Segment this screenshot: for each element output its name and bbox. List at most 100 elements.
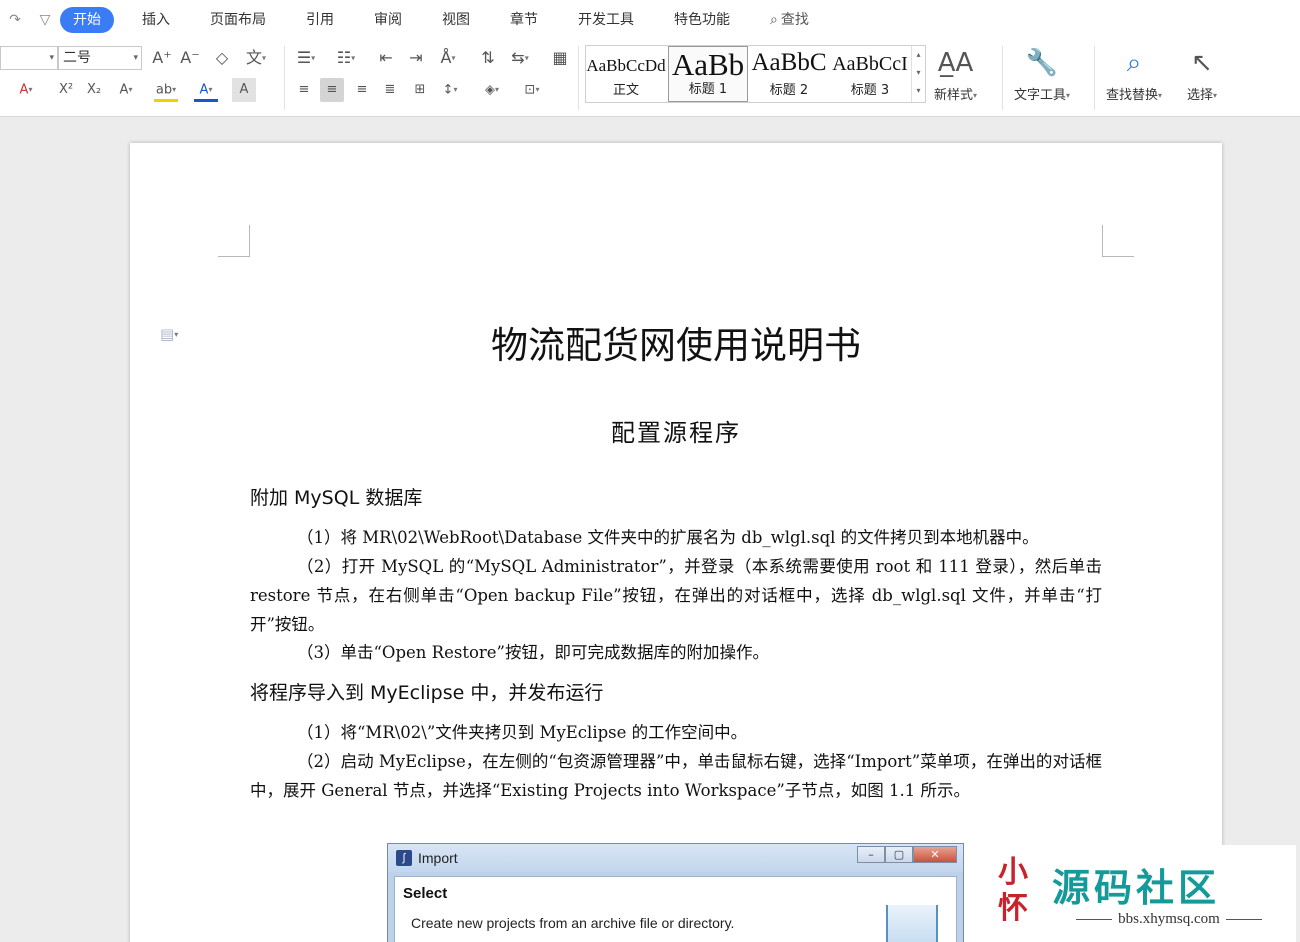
grow-font-icon[interactable]: A⁺ [150, 46, 174, 70]
style-heading-2[interactable]: AaBbC 标题 2 [749, 46, 829, 102]
tab-special-features[interactable]: 特色功能 [662, 7, 742, 33]
dialog-body: Select Create new projects from an archi… [394, 876, 957, 942]
style-name: 标题 2 [769, 83, 809, 98]
tab-page-layout[interactable]: 页面布局 [198, 7, 278, 33]
sort-icon[interactable]: ⇅ [476, 46, 500, 70]
phonetic-guide-icon[interactable]: 文▾ [244, 46, 268, 70]
watermark-text: 源码社区 [1052, 866, 1221, 910]
style-sample: AaBbCcDd [586, 56, 666, 75]
align-right-icon[interactable]: ≡ [350, 78, 374, 102]
magnifier-icon: ⌕ [1126, 48, 1142, 78]
maximize-icon: ▢ [885, 846, 913, 863]
search-label: 查找 [780, 12, 809, 28]
font-name-combo[interactable]: ▾ [0, 46, 58, 70]
close-icon: ✕ [913, 846, 957, 863]
paragraph-step-3[interactable]: （3）单击“Open Restore”按钮，即可完成数据库的附加操作。 [250, 638, 1102, 667]
heading-attach-db[interactable]: 附加 MySQL 数据库 [250, 483, 422, 510]
text-direction-icon[interactable]: Å▾ [436, 46, 460, 70]
ribbon-tab-bar: ↷ ▽ 开始 插入 页面布局 引用 审阅 视图 章节 开发工具 特色功能 ⌕ 查… [0, 0, 1300, 40]
margin-corner-top-left [218, 225, 250, 257]
font-size-combo[interactable]: 二号 ▾ [58, 46, 142, 70]
select-button[interactable]: ↖ 选择▾ [1187, 46, 1217, 103]
ribbon: ▾ 二号 ▾ A⁺ A⁻ ◇ 文▾ A▾ X² X₂ A▾ ab▾ A▾ A ☰▾… [0, 40, 1300, 117]
minimize-icon: – [857, 846, 885, 863]
import-tray-icon [886, 905, 938, 942]
ribbon-separator [1094, 46, 1095, 110]
dialog-heading: Select [403, 885, 448, 902]
document-page[interactable]: ▤▾ 物流配货网使用说明书 配置源程序 附加 MySQL 数据库 （1）将 MR… [130, 143, 1222, 942]
new-style-label: 新样式 [934, 88, 974, 103]
justify-icon[interactable]: ≣ [378, 78, 402, 102]
style-name: 标题 1 [688, 82, 728, 97]
table-grid-icon[interactable]: ▦ [548, 46, 572, 70]
border-icon[interactable]: ⊡▾ [520, 78, 544, 102]
align-center-icon[interactable]: ≡ [320, 78, 344, 102]
paragraph-import-step-1[interactable]: （1）将“MR\02\”文件夹拷贝到 MyEclipse 的工作空间中。 [250, 718, 1102, 747]
font-size-value: 二号 [63, 50, 91, 66]
style-heading-3[interactable]: AaBbCcI 标题 3 [830, 46, 910, 102]
strikethrough-icon[interactable]: A▾ [14, 78, 38, 102]
style-normal[interactable]: AaBbCcDd 正文 [586, 46, 666, 102]
paragraph-step-1[interactable]: （1）将 MR\02\WebRoot\Database 文件夹中的扩展名为 db… [250, 523, 1102, 552]
tab-insert[interactable]: 插入 [130, 7, 182, 33]
style-sample: AaBbC [751, 49, 827, 76]
window-buttons: – ▢ ✕ [857, 846, 957, 863]
tab-home[interactable]: 开始 [60, 7, 114, 33]
tab-view[interactable]: 视图 [430, 7, 482, 33]
style-heading-1[interactable]: AaBb 标题 1 [668, 46, 748, 102]
new-style-button[interactable]: A̲A 新样式▾ [934, 46, 977, 103]
style-gallery-scroll[interactable]: ▴ ▾ ▾ [911, 46, 925, 102]
distributed-icon[interactable]: ⊞ [408, 78, 432, 102]
paragraph-import-step-2[interactable]: （2）启动 MyEclipse，在左侧的“包资源管理器”中，单击鼠标右键，选择“… [250, 747, 1102, 805]
numbered-list-icon[interactable]: ☷▾ [334, 46, 358, 70]
tab-developer[interactable]: 开发工具 [566, 7, 646, 33]
tab-review[interactable]: 审阅 [362, 7, 414, 33]
highlight-icon[interactable]: ab▾ [154, 78, 178, 102]
text-effect-icon[interactable]: A▾ [114, 78, 138, 102]
tab-references[interactable]: 引用 [294, 7, 346, 33]
find-replace-label: 查找替换 [1106, 88, 1159, 103]
dialog-title: Import [418, 850, 458, 866]
paragraph-step-2[interactable]: （2）打开 MySQL 的“MySQL Administrator”，并登录（本… [250, 552, 1102, 639]
find-replace-button[interactable]: ⌕ 查找替换▾ [1106, 46, 1162, 103]
font-color-icon[interactable]: A▾ [194, 78, 218, 102]
style-sample: AaBbCcI [832, 53, 908, 75]
watermark-seal: 小怀 [998, 855, 1028, 926]
ribbon-separator [1002, 46, 1003, 110]
align-left-icon[interactable]: ≡ [292, 78, 316, 102]
tab-section[interactable]: 章节 [498, 7, 550, 33]
subscript-icon[interactable]: X₂ [82, 78, 106, 102]
import-dialog-figure[interactable]: ∫ Import – ▢ ✕ Select Create new project… [387, 843, 964, 942]
search-icon: ⌕ [770, 12, 778, 28]
ribbon-separator [284, 46, 285, 110]
redo-icon[interactable]: ↷ [0, 0, 30, 40]
cursor-arrow-icon: ↖ [1191, 48, 1213, 78]
shrink-font-icon[interactable]: A⁻ [178, 46, 202, 70]
margin-corner-top-right [1102, 225, 1134, 257]
search-button[interactable]: ⌕ 查找 [758, 7, 821, 33]
document-title[interactable]: 物流配货网使用说明书 [130, 315, 1222, 369]
style-gallery: AaBbCcDd 正文 AaBb 标题 1 AaBbC 标题 2 AaBbCcI… [585, 45, 926, 103]
site-watermark: 小怀 源码社区 bbs.xhymsq.com [980, 845, 1296, 942]
show-hide-marks-icon[interactable]: ⇆▾ [508, 46, 532, 70]
dialog-description: Create new projects from an archive file… [411, 915, 735, 931]
heading-import-project[interactable]: 将程序导入到 MyEclipse 中，并发布运行 [250, 678, 603, 705]
select-label: 选择 [1187, 88, 1214, 103]
char-shading-icon[interactable]: A [232, 78, 256, 102]
superscript-icon[interactable]: X² [54, 78, 78, 102]
style-name: 正文 [612, 83, 639, 98]
line-spacing-icon[interactable]: ↕▾ [438, 78, 462, 102]
increase-indent-icon[interactable]: ⇥ [404, 46, 428, 70]
text-tools-label: 文字工具 [1014, 88, 1067, 103]
new-style-icon: A̲A [937, 48, 974, 78]
shading-bucket-icon[interactable]: ◈▾ [480, 78, 504, 102]
ribbon-separator [578, 46, 579, 110]
decrease-indent-icon[interactable]: ⇤ [374, 46, 398, 70]
text-tools-button[interactable]: 🔧 文字工具▾ [1014, 46, 1070, 103]
document-subtitle[interactable]: 配置源程序 [130, 413, 1222, 448]
clear-format-icon[interactable]: ◇ [210, 46, 234, 70]
style-name: 标题 3 [850, 83, 890, 98]
bullet-list-icon[interactable]: ☰▾ [294, 46, 318, 70]
eclipse-app-icon: ∫ [396, 850, 412, 866]
quick-access-dropdown-icon[interactable]: ▽ [30, 0, 60, 40]
